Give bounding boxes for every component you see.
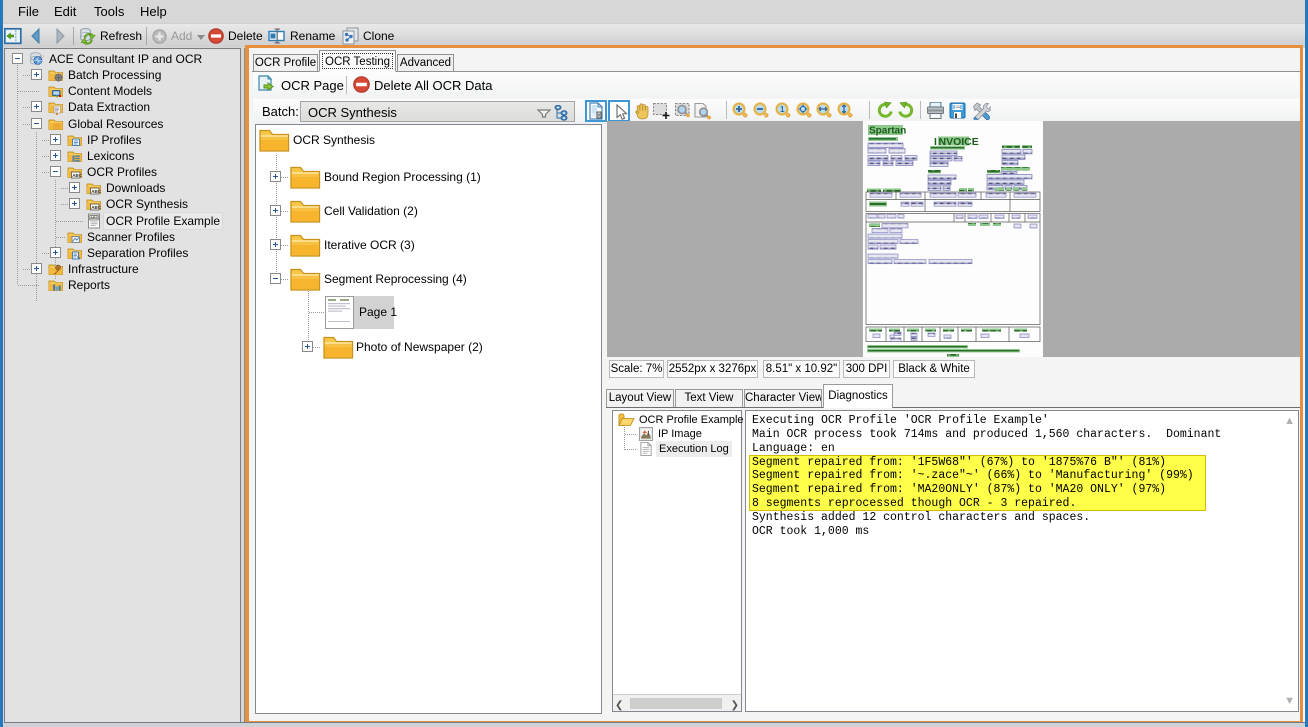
svg-text:Spartan: Spartan [869,126,906,137]
svg-text:ABC: ABC [91,189,102,194]
svg-text:1: 1 [780,105,785,114]
svg-text:ABC: ABC [72,173,83,178]
svg-text:ABC: ABC [91,205,102,210]
svg-text:ABC: ABC [90,216,98,220]
